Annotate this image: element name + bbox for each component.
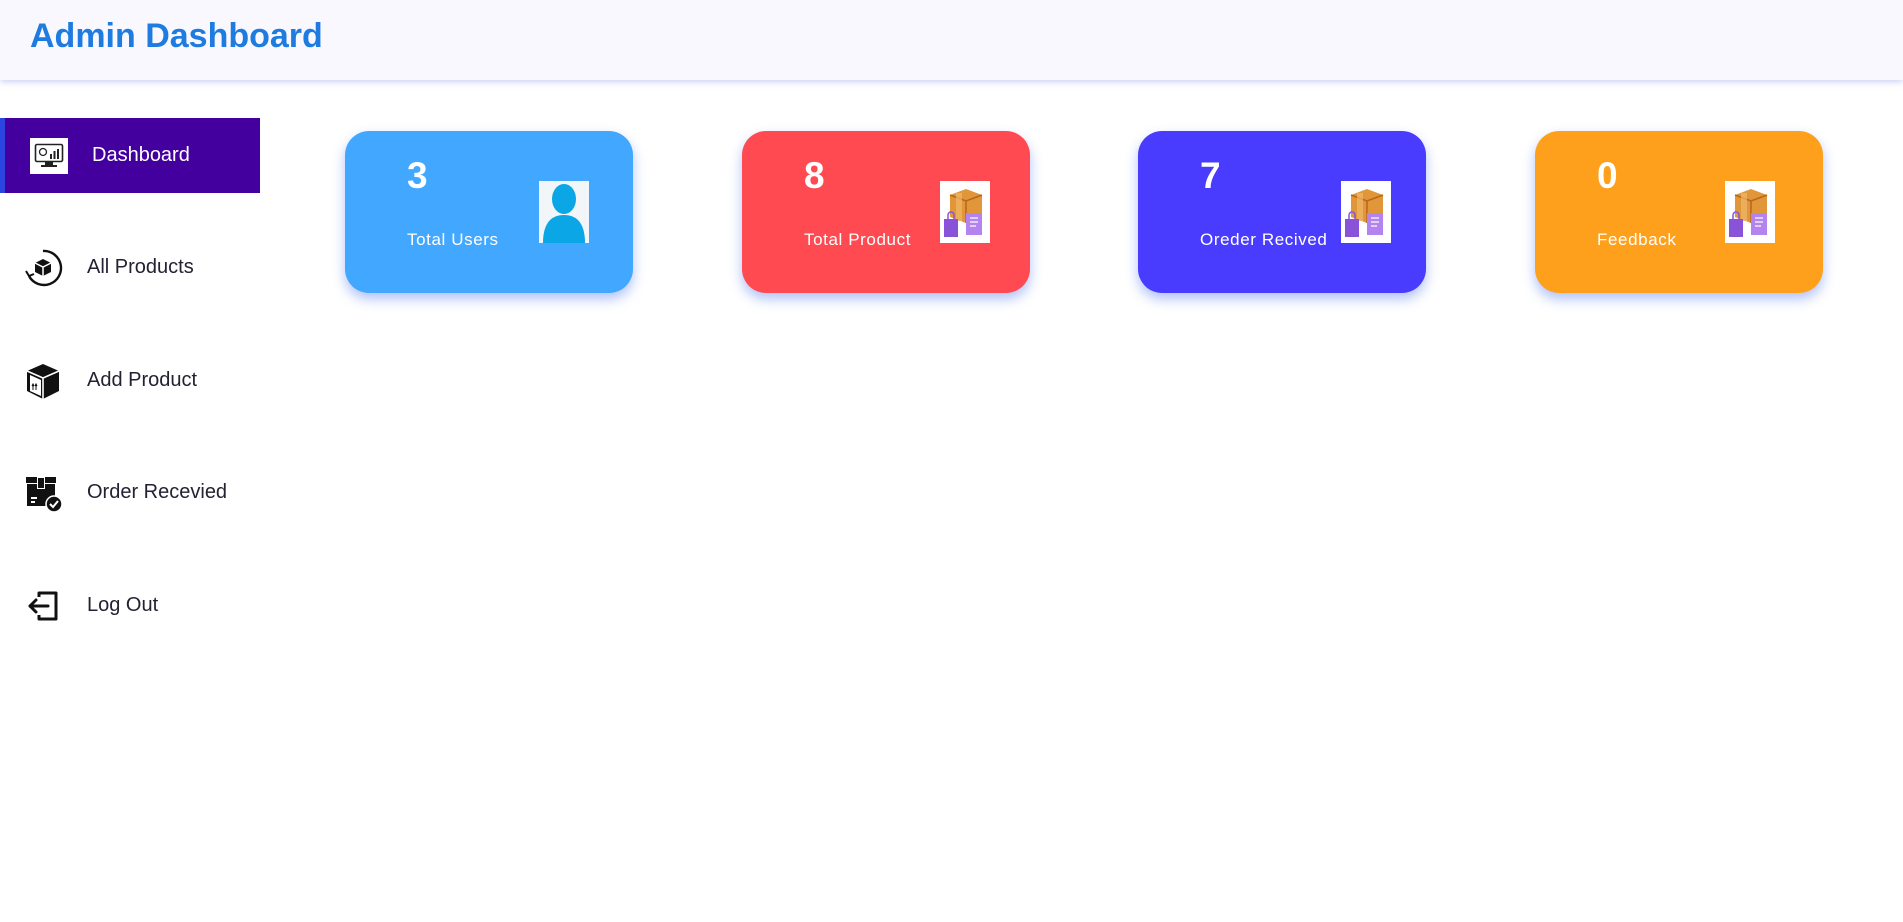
shopping-boxes-icon [940, 181, 990, 243]
sidebar-item-label: Add Product [87, 369, 198, 391]
sidebar-item-label: Log Out [87, 594, 159, 616]
page-title: Admin Dashboard [30, 17, 323, 55]
sidebar-item-add-product[interactable]: Add Product [0, 343, 260, 418]
stat-value: 7 [1200, 155, 1221, 196]
stat-card-total-users[interactable]: 3 Total Users [345, 131, 633, 293]
stat-label: Oreder Recived [1200, 230, 1328, 249]
stat-value: 0 [1597, 155, 1618, 196]
box-circle-icon [23, 248, 63, 288]
stat-label: Feedback [1597, 230, 1677, 249]
stat-value: 8 [804, 155, 825, 196]
logout-icon [23, 586, 63, 626]
package-box-icon [23, 361, 63, 401]
stat-card-feedback[interactable]: 0 Feedback [1535, 131, 1823, 293]
top-header: Admin Dashboard [0, 0, 1903, 80]
sidebar-item-order-received[interactable]: Order Recevied [0, 455, 260, 530]
sidebar-item-label: Order Recevied [87, 481, 228, 503]
shopping-boxes-icon [1341, 181, 1391, 243]
stat-label: Total Users [407, 230, 499, 249]
dashboard-monitor-icon [30, 137, 68, 174]
stat-card-orders-received[interactable]: 7 Oreder Recived [1138, 131, 1426, 293]
sidebar-item-dashboard[interactable]: Dashboard [0, 118, 260, 193]
sidebar-item-log-out[interactable]: Log Out [0, 568, 260, 643]
order-received-icon [23, 473, 63, 513]
stat-label: Total Product [804, 230, 912, 249]
sidebar-item-label: All Products [87, 256, 194, 278]
stat-card-total-product[interactable]: 8 Total Product [742, 131, 1030, 293]
sidebar-item-all-products[interactable]: All Products [0, 230, 260, 305]
user-avatar-icon [539, 181, 589, 243]
shopping-boxes-icon [1725, 181, 1775, 243]
stat-value: 3 [407, 155, 428, 196]
sidebar-item-label: Dashboard [92, 144, 190, 166]
